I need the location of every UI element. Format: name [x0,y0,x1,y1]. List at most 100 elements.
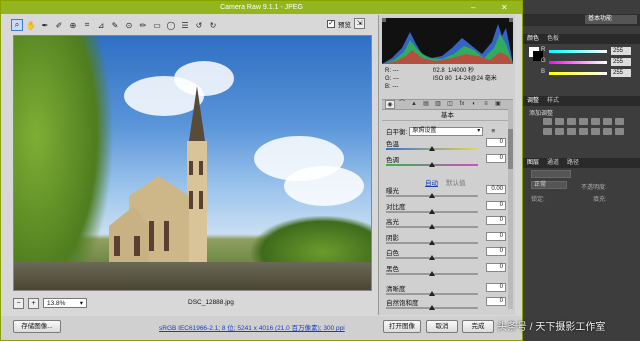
zoom-icon[interactable]: ⌕ [11,19,23,31]
image-preview[interactable] [13,35,372,291]
black-white-icon[interactable] [543,128,552,135]
photo-filter-icon[interactable] [555,128,564,135]
done-button[interactable]: 完成 [462,320,494,333]
slider-value-input[interactable]: 0 [486,154,506,163]
slider-thumb[interactable] [429,291,435,296]
exposure-icon[interactable] [579,118,588,125]
fullscreen-icon[interactable]: ⇲ [354,18,365,29]
slider-thumb[interactable] [429,270,435,276]
slider-value-input[interactable]: 0 [486,138,506,147]
color-sampler-icon[interactable]: ✐ [53,19,65,31]
tab-effects[interactable]: fx [457,100,467,109]
tab-swatches[interactable]: 色板 [547,34,559,44]
title-bar: Camera Raw 9.1.1 - JPEG – ✕ [1,1,522,14]
open-image-button[interactable]: 打开图像 [383,320,421,333]
slider-value-input[interactable]: 0 [486,283,506,292]
save-image-button[interactable]: 存储图像... [13,320,61,333]
tab-channels[interactable]: 通道 [547,158,559,168]
close-icon[interactable]: ✕ [501,1,508,14]
tab-camera-calibration[interactable]: ◐ [469,100,479,109]
curves-icon[interactable] [567,118,576,125]
radial-filter-icon[interactable]: ◯ [165,19,177,31]
tab-adjustments[interactable]: 调整 [527,96,539,106]
r-value: --- [392,68,399,74]
threshold-icon[interactable] [603,128,612,135]
tab-styles[interactable]: 样式 [547,96,559,106]
tab-paths[interactable]: 路径 [567,158,579,168]
workflow-options-link[interactable]: sRGB IEC61966-2.1; 8 位; 5241 x 4016 (21.… [159,322,345,332]
white-balance-icon[interactable]: ✒ [39,19,51,31]
graduated-filter-icon[interactable]: ▭ [151,19,163,31]
workspace-select[interactable]: 基本功能 [585,15,637,24]
invert-icon[interactable] [579,128,588,135]
preferences-icon[interactable]: ☰ [179,19,191,31]
color-slider-track[interactable] [549,72,607,75]
posterize-icon[interactable] [591,128,600,135]
hand-icon[interactable]: ✋ [25,19,37,31]
levels-icon[interactable] [555,118,564,125]
scroll-thumb[interactable] [508,129,513,169]
channel-mixer-icon[interactable] [567,128,576,135]
tab-split-toning[interactable]: ▥ [433,100,443,109]
panel-scrollbar[interactable] [508,109,513,309]
preview-checkbox[interactable]: ✓ [327,19,335,28]
tab-color[interactable]: 颜色 [527,34,539,44]
hue-saturation-icon[interactable] [603,118,612,125]
rotate-ccw-icon[interactable]: ↺ [193,19,205,31]
target-adjust-icon[interactable]: ⊕ [67,19,79,31]
slider-value-input[interactable]: 0 [486,200,506,210]
rotate-cw-icon[interactable]: ↻ [207,19,219,31]
color-slider-track[interactable] [549,50,607,53]
color-value-input[interactable]: 255 [611,58,631,66]
slider-label: 高光 [386,219,399,226]
tab-layers[interactable]: 图层 [527,158,539,168]
color-balance-icon[interactable] [615,118,624,125]
crop-icon[interactable]: ⌗ [81,19,93,31]
cancel-button[interactable]: 取消 [426,320,458,333]
slider-thumb[interactable] [429,255,435,260]
gradient-map-icon[interactable] [615,128,624,135]
tab-tone-curve[interactable]: ⌒ [397,100,407,109]
slider-thumb[interactable] [429,239,435,245]
slider-value-input[interactable]: 0 [486,216,506,225]
zoom-out-icon[interactable]: − [13,297,24,309]
slider-value-input[interactable]: 0 [486,247,506,256]
color-value-input[interactable]: 255 [611,47,631,55]
zoom-level-select[interactable]: 13.8% ▾ [43,298,87,308]
minimize-icon[interactable]: – [471,1,475,14]
straighten-icon[interactable]: ⊿ [95,19,107,31]
zoom-in-icon[interactable]: + [28,297,39,309]
spot-removal-icon[interactable]: ✎ [109,19,121,31]
color-channel-label: R [541,47,546,53]
color-slider-track[interactable] [549,61,607,64]
slider-thumb[interactable] [429,305,435,310]
white-balance-select[interactable]: 原照设置 [409,126,484,136]
slider-thumb[interactable] [429,193,435,198]
color-value-input[interactable]: 255 [611,69,631,77]
tab-basic[interactable]: ◉ [385,100,395,109]
adjust-brush-icon[interactable]: ✏ [137,19,149,31]
layer-filter-select[interactable] [531,170,571,178]
slider-label: 黑色 [386,265,399,273]
slider-value-input[interactable]: 0 [486,231,506,241]
slider-thumb[interactable] [429,224,435,229]
slider-value-input[interactable]: 0 [486,297,506,306]
slider-value-input[interactable]: 0.00 [486,185,506,194]
slider-value-input[interactable]: 0 [486,262,506,272]
brightness-icon[interactable] [543,118,552,125]
blend-mode-select[interactable]: 正常 [531,181,567,189]
slider-thumb[interactable] [429,146,435,151]
tab-lens[interactable]: ◫ [445,100,455,109]
red-eye-icon[interactable]: ⊙ [123,19,135,31]
slider-thumb[interactable] [429,208,435,214]
b-label: B: [385,84,391,90]
slider-thumb[interactable] [429,162,435,167]
iso-value: ISO 80 [433,76,452,82]
tab-snapshots[interactable]: ▣ [493,100,503,109]
tab-presets[interactable]: ≡ [481,100,491,109]
vibrance-icon[interactable] [591,118,600,125]
menu-icon[interactable]: ≡ [491,128,495,135]
tab-hsl[interactable]: ▤ [421,100,431,109]
camera-raw-window: Camera Raw 9.1.1 - JPEG – ✕ ⌕ ✋ ✒ ✐ ⊕ ⌗ … [0,0,523,341]
tab-detail[interactable]: ▲ [409,100,419,109]
